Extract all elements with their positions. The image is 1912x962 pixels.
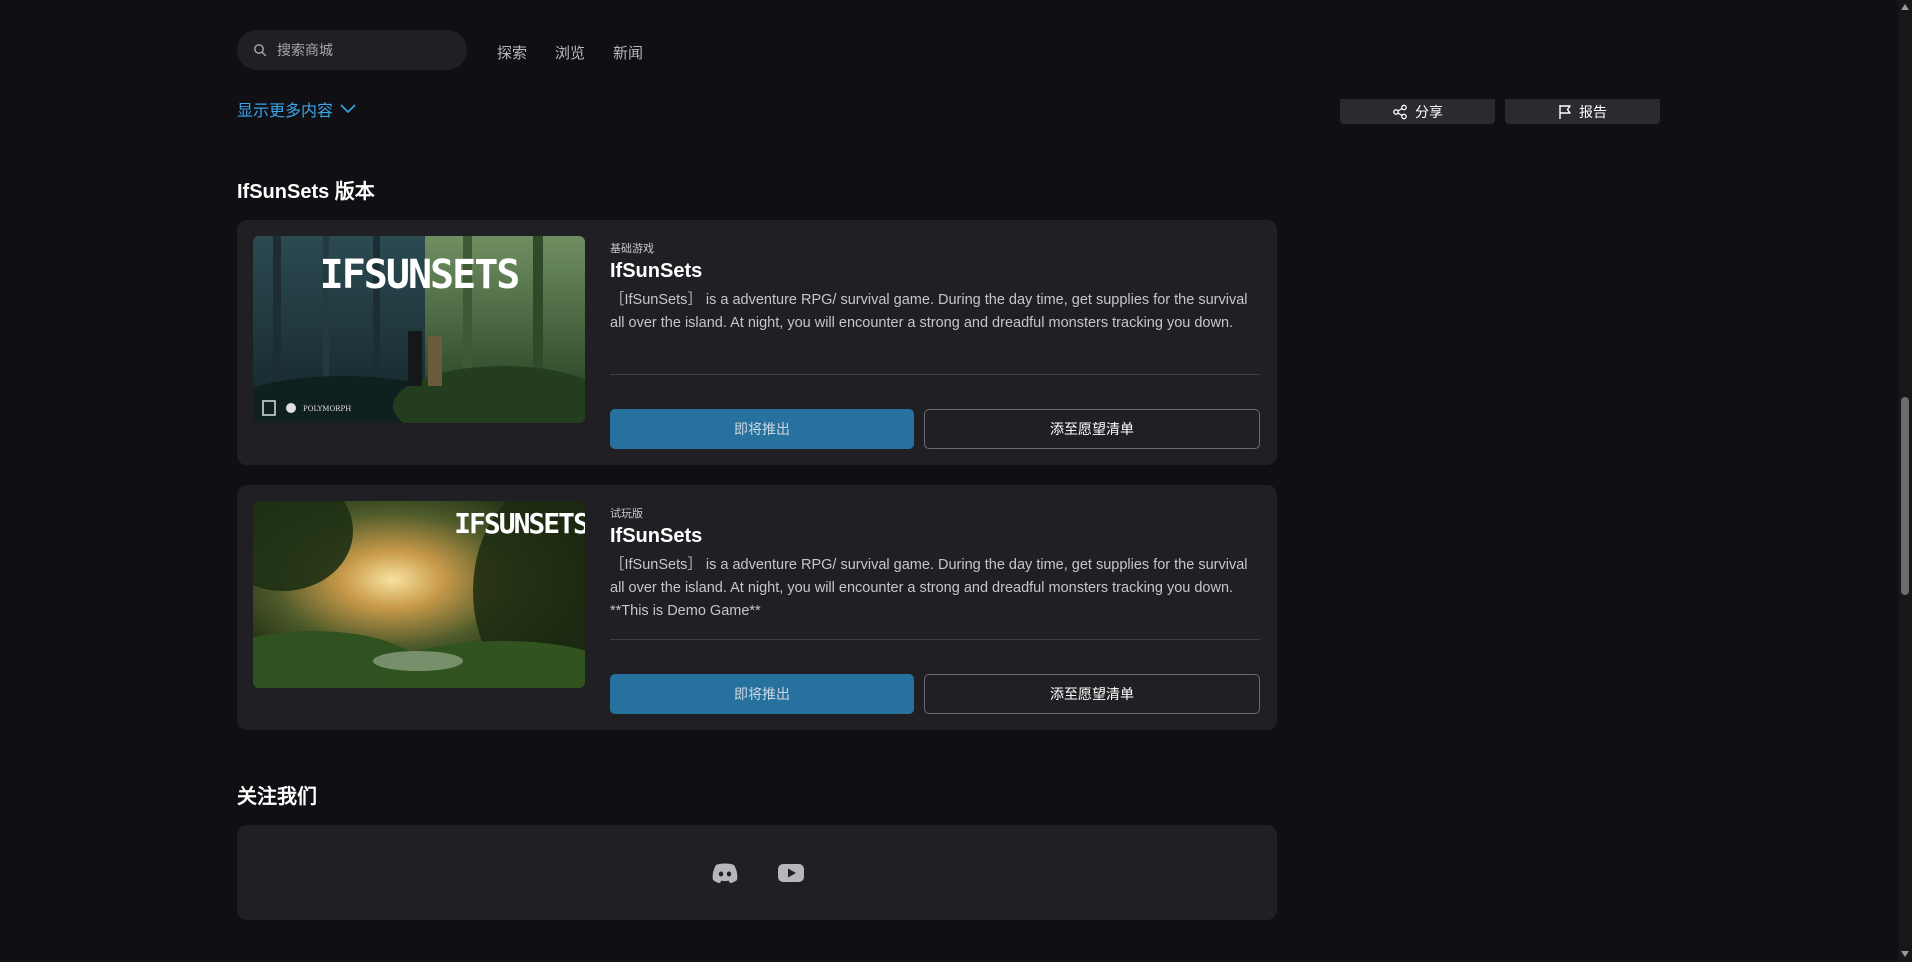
edition-card-base: IFSUNSETS POLYMORPH 基础游戏 IfSunSets ［IfSu… xyxy=(237,220,1277,465)
edition-card-demo: IFSUNSETS 试玩版 IfSunSets ［IfSunSets］ is a… xyxy=(237,485,1277,730)
search-input[interactable]: 搜索商城 xyxy=(237,30,467,70)
nav-link-browse[interactable]: 浏览 xyxy=(555,42,585,63)
edition-thumbnail[interactable]: IFSUNSETS xyxy=(253,501,585,688)
add-to-wishlist-button[interactable]: 添至愿望清单 xyxy=(924,409,1260,449)
scroll-up-arrow[interactable] xyxy=(1900,3,1910,11)
edition-meta: 试玩版 IfSunSets ［IfSunSets］ is a adventure… xyxy=(610,505,1260,623)
edition-name[interactable]: IfSunSets xyxy=(610,260,1260,283)
share-label: 分享 xyxy=(1415,103,1443,120)
search-icon xyxy=(253,43,267,57)
chevron-down-icon xyxy=(340,104,356,114)
nav-link-discover[interactable]: 探索 xyxy=(497,42,527,63)
share-icon xyxy=(1393,104,1407,119)
edition-meta: 基础游戏 IfSunSets ［IfSunSets］ is a adventur… xyxy=(610,240,1260,335)
nav-link-news[interactable]: 新闻 xyxy=(613,42,643,63)
show-more-label: 显示更多内容 xyxy=(237,103,334,120)
report-button[interactable]: 报告 xyxy=(1505,99,1660,124)
scrollbar-thumb[interactable] xyxy=(1901,397,1909,595)
store-page: 搜索商城 探索 浏览 新闻 显示更多内容 分享 报告 IfSunSets 版本 xyxy=(0,0,1912,962)
edition-type: 试玩版 xyxy=(610,508,643,520)
social-links xyxy=(237,825,1277,920)
coming-soon-button[interactable]: 即将推出 xyxy=(610,674,914,714)
youtube-icon[interactable] xyxy=(777,862,805,884)
report-label: 报告 xyxy=(1579,103,1607,120)
scroll-down-arrow[interactable] xyxy=(1900,950,1910,958)
edition-type: 基础游戏 xyxy=(610,243,654,255)
search-placeholder: 搜索商城 xyxy=(277,42,333,58)
share-button[interactable]: 分享 xyxy=(1340,99,1495,124)
thumb-logo-text: IFSUNSETS xyxy=(454,507,585,540)
coming-soon-button[interactable]: 即将推出 xyxy=(610,409,914,449)
divider xyxy=(610,639,1260,640)
thumb-badge-text: POLYMORPH xyxy=(303,405,351,413)
divider xyxy=(610,374,1260,375)
show-more-button[interactable]: 显示更多内容 xyxy=(237,97,356,121)
follow-us-title: 关注我们 xyxy=(237,786,317,808)
edition-description: ［IfSunSets］ is a adventure RPG/ survival… xyxy=(610,292,1248,331)
edition-thumbnail[interactable]: IFSUNSETS POLYMORPH xyxy=(253,236,585,423)
add-to-wishlist-button[interactable]: 添至愿望清单 xyxy=(924,674,1260,714)
editions-title: IfSunSets 版本 xyxy=(237,181,375,203)
thumb-logo-text: IFSUNSETS xyxy=(320,252,519,298)
edition-name[interactable]: IfSunSets xyxy=(610,525,1260,548)
flag-icon xyxy=(1559,104,1571,119)
edition-description: ［IfSunSets］ is a adventure RPG/ survival… xyxy=(610,557,1248,619)
discord-icon[interactable] xyxy=(711,862,739,884)
